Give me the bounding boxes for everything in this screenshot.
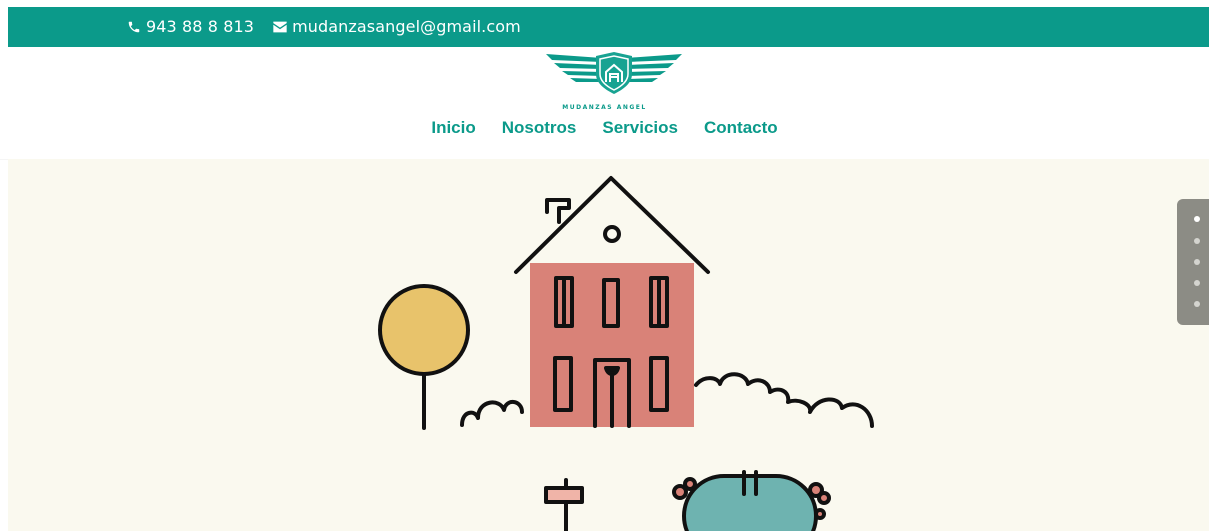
slider-dot-5[interactable]: [1194, 301, 1200, 307]
brand-logo[interactable]: [544, 52, 684, 112]
nav-item-contacto[interactable]: Contacto: [704, 118, 778, 138]
email-address: mudanzasangel@gmail.com: [292, 17, 521, 36]
page: 943 88 8 813 mudanzasangel@gmail.com MUD…: [0, 0, 1209, 531]
wing-right: [626, 54, 682, 82]
email-link[interactable]: mudanzasangel@gmail.com: [272, 17, 521, 36]
tree-crown: [378, 284, 470, 376]
top-contact-bar: 943 88 8 813 mudanzasangel@gmail.com: [8, 7, 1209, 47]
sign-board: [544, 486, 584, 504]
slider-dot-1[interactable]: [1194, 216, 1200, 222]
nav-item-nosotros[interactable]: Nosotros: [502, 118, 577, 138]
hero-illustration: [378, 176, 874, 531]
main-nav: Inicio Nosotros Servicios Contacto: [0, 118, 1209, 138]
phone-link[interactable]: 943 88 8 813: [126, 17, 254, 36]
brand-name: MUDANZAS ANGEL: [562, 104, 647, 111]
nav-item-servicios[interactable]: Servicios: [602, 118, 678, 138]
phone-number: 943 88 8 813: [146, 17, 255, 36]
slider-dot-3[interactable]: [1194, 259, 1200, 265]
nav-item-inicio[interactable]: Inicio: [431, 118, 475, 138]
slider-dot-2[interactable]: [1194, 238, 1200, 244]
phone-icon: [126, 19, 142, 35]
bush-left: [460, 400, 524, 427]
house-chimney: [545, 198, 571, 224]
bush-right: [694, 372, 874, 428]
envelope-icon: [272, 19, 288, 35]
site-header: MUDANZAS ANGEL Inicio Nosotros Servicios…: [0, 47, 1209, 159]
attic-window: [603, 225, 621, 243]
contact-info: 943 88 8 813 mudanzasangel@gmail.com: [126, 17, 539, 36]
wing-left: [546, 54, 602, 82]
slider-dots-nav: [1177, 199, 1209, 325]
hero-illustration-section: [8, 159, 1209, 531]
slider-dot-4[interactable]: [1194, 280, 1200, 286]
pool: [682, 474, 818, 531]
